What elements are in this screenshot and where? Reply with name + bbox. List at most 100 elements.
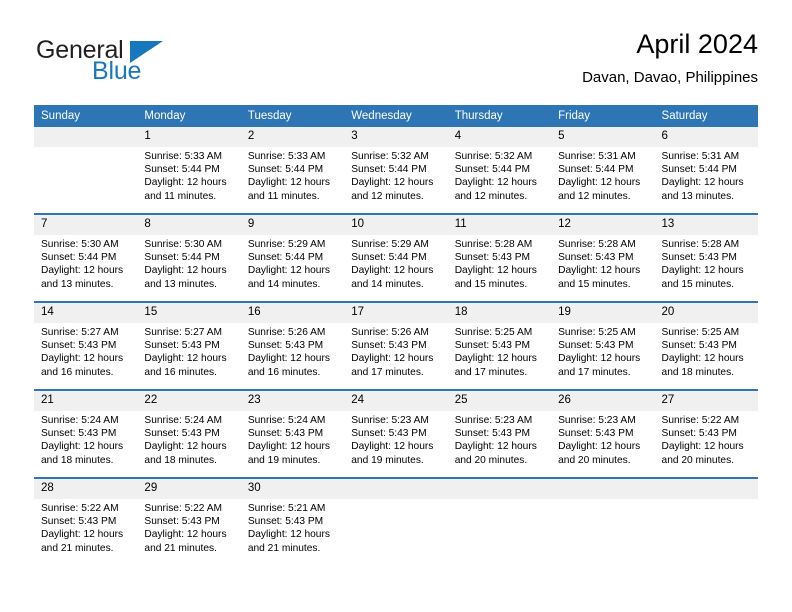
sunrise-text: Sunrise: 5:23 AM — [454, 415, 533, 426]
calendar-day-cell[interactable]: 13 Sunrise: 5:28 AM Sunset: 5:43 PM Dayligh… — [654, 213, 758, 302]
calendar-day-cell[interactable]: 4 Sunrise: 5:32 AM Sunset: 5:44 PM Daylight… — [447, 127, 552, 214]
calendar-day-cell[interactable]: 5 Sunrise: 5:31 AM Sunset: 5:44 PM Daylight… — [551, 127, 655, 214]
calendar-day-cell[interactable]: 25 Sunrise: 5:23 AM Sunset: 5:43 PM Dayligh… — [447, 389, 552, 478]
weekday-header-tuesday: Tuesday — [240, 105, 345, 127]
calendar-day-cell[interactable]: 27 Sunrise: 5:22 AM Sunset: 5:43 PM Dayligh… — [654, 389, 758, 478]
calendar-page: General Blue April 2024 Davan, Davao, Ph… — [0, 0, 792, 612]
calendar-day-cell[interactable]: 6 Sunrise: 5:31 AM Sunset: 5:44 PM Daylight… — [654, 127, 758, 214]
daylight-text-line2: and 11 minutes. — [247, 190, 320, 202]
daylight-text-line2: and 14 minutes. — [351, 278, 424, 290]
daylight-text-line2: and 20 minutes. — [661, 454, 735, 466]
daylight-text-line1: Daylight: 12 hours — [558, 177, 641, 189]
day-number: 24 — [344, 391, 448, 411]
calendar-day-cell[interactable]: 12 Sunrise: 5:28 AM Sunset: 5:43 PM Dayligh… — [551, 213, 655, 302]
sunrise-text: Sunrise: 5:31 AM — [661, 151, 740, 162]
calendar-day-cell[interactable]: 11 Sunrise: 5:28 AM Sunset: 5:43 PM Dayligh… — [447, 213, 552, 302]
sunset-text: Sunset: 5:43 PM — [558, 428, 634, 440]
calendar-day-cell[interactable]: 24 Sunrise: 5:23 AM Sunset: 5:43 PM Dayligh… — [344, 389, 448, 478]
sunrise-text: Sunrise: 5:27 AM — [144, 327, 223, 338]
day-details: Sunrise: 5:23 AM Sunset: 5:43 PM Daylight:… — [551, 411, 654, 467]
daylight-text-line2: and 13 minutes. — [661, 190, 735, 202]
daylight-text-line2: and 17 minutes. — [454, 366, 528, 378]
daylight-text-line2: and 16 minutes. — [247, 366, 321, 378]
calendar-body: 1 Sunrise: 5:33 AM Sunset: 5:44 PM Daylight… — [34, 127, 758, 565]
calendar-day-cell[interactable]: 16 Sunrise: 5:26 AM Sunset: 5:43 PM Dayligh… — [240, 301, 345, 390]
sunset-text: Sunset: 5:43 PM — [247, 516, 324, 528]
sunset-text: Sunset: 5:43 PM — [558, 252, 634, 264]
daylight-text-line1: Daylight: 12 hours — [661, 441, 744, 453]
daylight-text-line1: Daylight: 12 hours — [247, 353, 330, 365]
daylight-text-line1: Daylight: 12 hours — [41, 353, 124, 365]
sunrise-text: Sunrise: 5:33 AM — [247, 151, 326, 162]
calendar-day-cell[interactable]: 1 Sunrise: 5:33 AM Sunset: 5:44 PM Daylight… — [137, 127, 241, 214]
day-number: 21 — [34, 391, 138, 411]
calendar-day-cell[interactable]: 28 Sunrise: 5:22 AM Sunset: 5:43 PM Dayligh… — [34, 477, 138, 565]
calendar-day-cell[interactable]: 30 Sunrise: 5:21 AM Sunset: 5:43 PM Dayligh… — [240, 477, 345, 565]
day-number: 16 — [240, 303, 345, 323]
calendar-day-cell[interactable]: 17 Sunrise: 5:26 AM Sunset: 5:43 PM Dayligh… — [344, 301, 448, 390]
weekday-header-saturday: Saturday — [654, 105, 758, 127]
daylight-text-line1: Daylight: 12 hours — [247, 177, 330, 189]
calendar-day-cell[interactable]: 22 Sunrise: 5:24 AM Sunset: 5:43 PM Dayligh… — [137, 389, 241, 478]
sunrise-text: Sunrise: 5:25 AM — [558, 327, 636, 338]
calendar-day-cell[interactable]: 19 Sunrise: 5:25 AM Sunset: 5:43 PM Dayligh… — [551, 301, 655, 390]
sunset-text: Sunset: 5:44 PM — [351, 252, 427, 264]
calendar-day-cell[interactable]: 18 Sunrise: 5:25 AM Sunset: 5:43 PM Dayligh… — [447, 301, 552, 390]
calendar-day-cell[interactable]: 20 Sunrise: 5:25 AM Sunset: 5:43 PM Dayligh… — [654, 301, 758, 390]
day-number: 18 — [447, 303, 552, 323]
day-details: Sunrise: 5:30 AM Sunset: 5:44 PM Daylight:… — [34, 235, 137, 291]
daylight-text-line2: and 21 minutes. — [41, 542, 114, 554]
calendar-header-row: Sunday Monday Tuesday Wednesday Thursday… — [34, 105, 758, 127]
daylight-text-line2: and 11 minutes. — [144, 190, 217, 202]
sunrise-text: Sunrise: 5:33 AM — [144, 151, 223, 162]
day-number — [447, 479, 552, 499]
sunrise-text: Sunrise: 5:22 AM — [661, 415, 740, 426]
daylight-text-line1: Daylight: 12 hours — [558, 265, 641, 277]
calendar-cell-empty — [344, 477, 448, 565]
day-number — [654, 479, 758, 499]
sunrise-text: Sunrise: 5:27 AM — [41, 327, 119, 338]
weekday-header-wednesday: Wednesday — [344, 105, 448, 127]
calendar-day-cell[interactable]: 2 Sunrise: 5:33 AM Sunset: 5:44 PM Daylight… — [240, 127, 345, 214]
day-number: 29 — [137, 479, 241, 499]
sunrise-text: Sunrise: 5:29 AM — [247, 239, 326, 250]
daylight-text-line2: and 16 minutes. — [144, 366, 217, 378]
day-number: 30 — [240, 479, 345, 499]
sunrise-text: Sunrise: 5:32 AM — [454, 151, 533, 162]
daylight-text-line1: Daylight: 12 hours — [41, 529, 124, 541]
sunrise-text: Sunrise: 5:25 AM — [661, 327, 740, 338]
calendar-day-cell[interactable]: 29 Sunrise: 5:22 AM Sunset: 5:43 PM Dayligh… — [137, 477, 241, 565]
calendar-day-cell[interactable]: 10 Sunrise: 5:29 AM Sunset: 5:44 PM Dayligh… — [344, 213, 448, 302]
daylight-text-line1: Daylight: 12 hours — [454, 353, 537, 365]
calendar-week-row: 14 Sunrise: 5:27 AM Sunset: 5:43 PM Dayligh… — [34, 301, 758, 390]
brand-logo[interactable]: General Blue — [34, 36, 264, 92]
calendar-day-cell[interactable]: 8 Sunrise: 5:30 AM Sunset: 5:44 PM Daylight… — [137, 213, 241, 302]
sunset-text: Sunset: 5:43 PM — [351, 340, 427, 352]
sunrise-text: Sunrise: 5:32 AM — [351, 151, 429, 162]
calendar-day-cell[interactable]: 15 Sunrise: 5:27 AM Sunset: 5:43 PM Dayligh… — [137, 301, 241, 390]
calendar-day-cell[interactable]: 14 Sunrise: 5:27 AM Sunset: 5:43 PM Dayligh… — [34, 301, 138, 390]
day-details: Sunrise: 5:25 AM Sunset: 5:43 PM Daylight:… — [551, 323, 654, 379]
daylight-text-line1: Daylight: 12 hours — [144, 441, 227, 453]
daylight-text-line1: Daylight: 12 hours — [41, 441, 124, 453]
calendar-day-cell[interactable]: 26 Sunrise: 5:23 AM Sunset: 5:43 PM Dayligh… — [551, 389, 655, 478]
day-details: Sunrise: 5:28 AM Sunset: 5:43 PM Daylight:… — [655, 235, 758, 291]
day-details: Sunrise: 5:31 AM Sunset: 5:44 PM Daylight:… — [655, 147, 758, 203]
page-title: April 2024 — [636, 29, 758, 59]
calendar-day-cell[interactable]: 3 Sunrise: 5:32 AM Sunset: 5:44 PM Daylight… — [344, 127, 448, 214]
calendar-day-cell[interactable]: 21 Sunrise: 5:24 AM Sunset: 5:43 PM Dayligh… — [34, 389, 138, 478]
daylight-text-line2: and 17 minutes. — [558, 366, 631, 378]
daylight-text-line2: and 15 minutes. — [661, 278, 735, 290]
sunset-text: Sunset: 5:43 PM — [351, 428, 427, 440]
calendar-day-cell[interactable]: 23 Sunrise: 5:24 AM Sunset: 5:43 PM Dayligh… — [240, 389, 345, 478]
daylight-text-line2: and 15 minutes. — [558, 278, 631, 290]
daylight-text-line1: Daylight: 12 hours — [247, 265, 330, 277]
calendar-day-cell[interactable]: 9 Sunrise: 5:29 AM Sunset: 5:44 PM Daylight… — [240, 213, 345, 302]
day-number: 22 — [137, 391, 241, 411]
daylight-text-line2: and 19 minutes. — [351, 454, 424, 466]
sunrise-text: Sunrise: 5:22 AM — [41, 503, 119, 514]
day-details: Sunrise: 5:29 AM Sunset: 5:44 PM Daylight:… — [241, 235, 344, 291]
calendar-cell-empty — [447, 477, 552, 565]
day-details: Sunrise: 5:25 AM Sunset: 5:43 PM Daylight:… — [655, 323, 758, 379]
calendar-day-cell[interactable]: 7 Sunrise: 5:30 AM Sunset: 5:44 PM Daylight… — [34, 213, 138, 302]
